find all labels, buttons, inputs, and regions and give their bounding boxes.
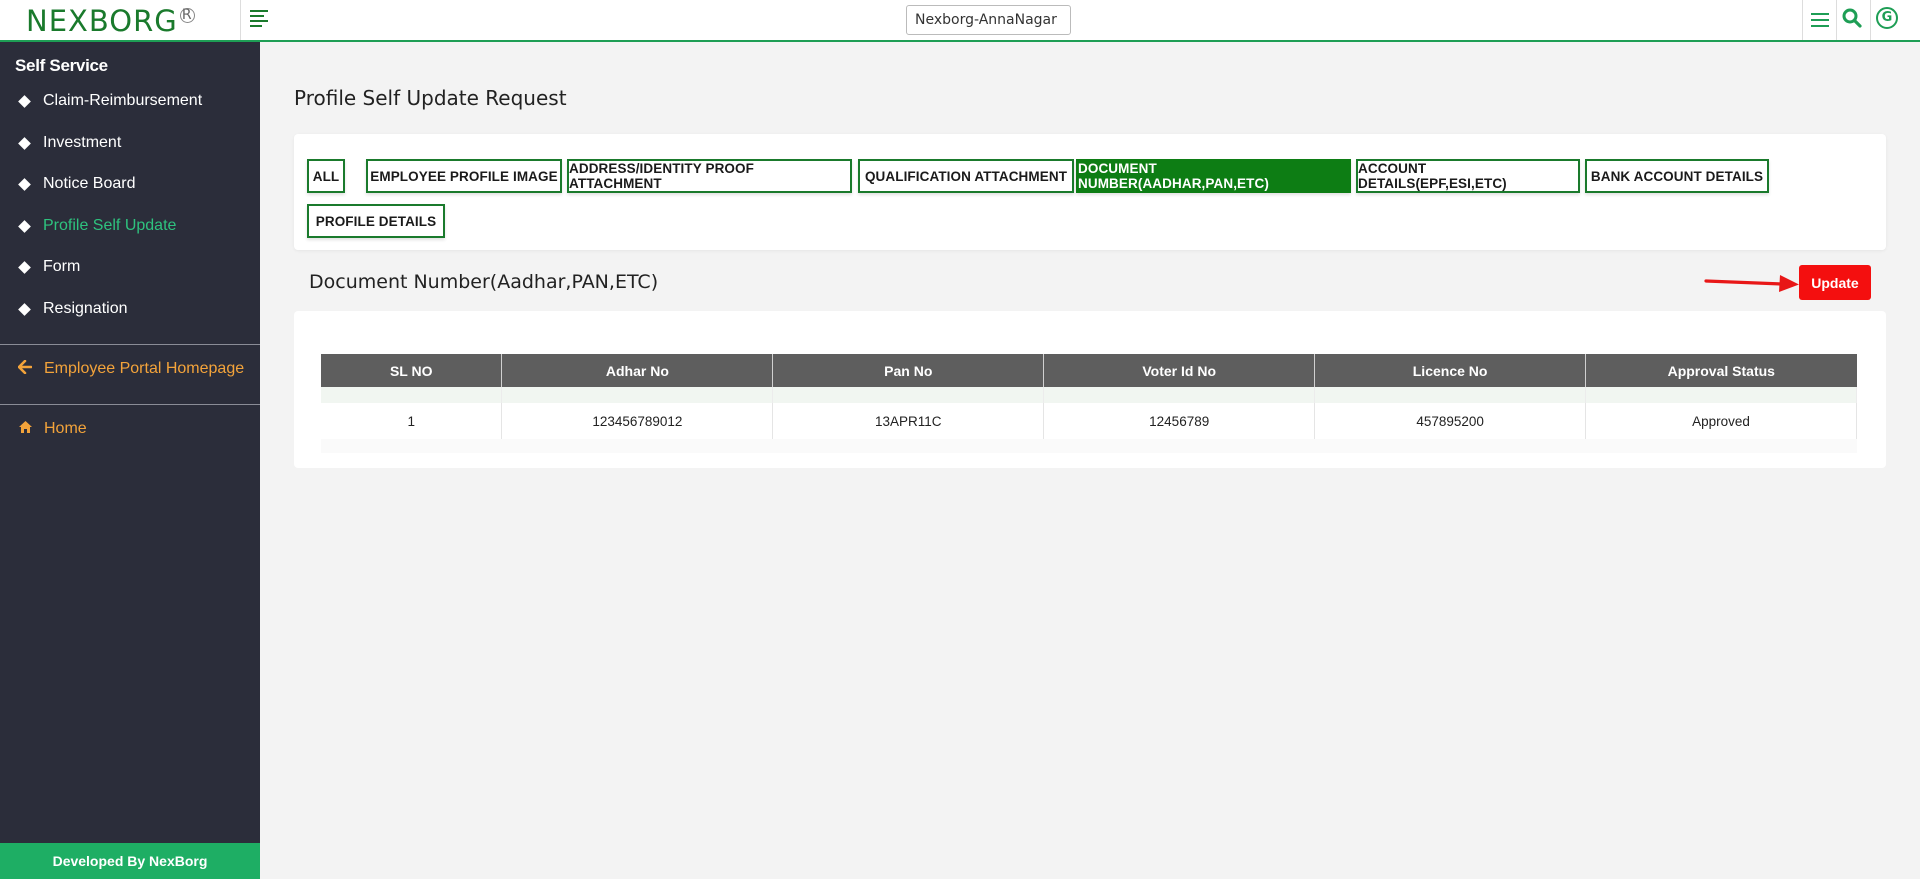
tab-document-number[interactable]: DOCUMENT NUMBER(AADHAR,PAN,ETC) — [1076, 159, 1351, 193]
sidebar-divider — [0, 404, 260, 405]
employee-portal-link[interactable]: Employee Portal Homepage — [17, 357, 245, 381]
tab-address-identity-proof[interactable]: ADDRESS/IDENTITY PROOF ATTACHMENT — [567, 159, 852, 193]
sidebar-item-label: Profile Self Update — [43, 217, 177, 234]
sidebar: Self Service Claim-Reimbursement Investm… — [0, 42, 260, 879]
cell-licence-no: 457895200 — [1314, 403, 1587, 439]
home-link[interactable]: Home — [18, 417, 87, 441]
avatar: G — [1876, 7, 1898, 29]
sidebar-item-claim-reimbursement[interactable]: Claim-Reimbursement — [18, 89, 202, 113]
column-header-approval-status[interactable]: Approval Status — [1585, 354, 1857, 387]
sidebar-heading: Self Service — [15, 56, 108, 75]
column-header-sl-no[interactable]: SL NO — [321, 354, 503, 387]
tabs-card: ALL EMPLOYEE PROFILE IMAGE ADDRESS/IDENT… — [294, 134, 1886, 250]
logo-text: NEXBORG — [26, 4, 178, 38]
diamond-bullet-icon — [18, 260, 31, 274]
tab-account-details[interactable]: ACCOUNT DETAILS(EPF,ESI,ETC) — [1356, 159, 1580, 193]
table-footer-row — [321, 439, 1857, 453]
sidebar-item-label: Resignation — [43, 300, 128, 317]
header-divider — [240, 0, 241, 40]
sidebar-item-label: Notice Board — [43, 175, 136, 192]
tab-bank-account-details[interactable]: BANK ACCOUNT DETAILS — [1585, 159, 1769, 193]
column-header-pan-no[interactable]: Pan No — [772, 354, 1045, 387]
column-header-adhar-no[interactable]: Adhar No — [501, 354, 774, 387]
sidebar-item-label: Investment — [43, 134, 122, 151]
tab-qualification-attachment[interactable]: QUALIFICATION ATTACHMENT — [858, 159, 1074, 193]
registered-mark: R — [179, 7, 195, 23]
employee-portal-label: Employee Portal Homepage — [44, 360, 245, 377]
hamburger-icon[interactable] — [1807, 7, 1833, 33]
cell-approval-status: Approved — [1585, 403, 1857, 439]
diamond-bullet-icon — [18, 302, 31, 316]
user-avatar-icon[interactable]: G — [1876, 7, 1902, 33]
arrow-left-icon — [17, 359, 33, 379]
sidebar-divider — [0, 344, 260, 345]
sidebar-item-form[interactable]: Form — [18, 255, 80, 279]
cell-adhar-no: 123456789012 — [501, 403, 774, 439]
sidebar-item-notice-board[interactable]: Notice Board — [18, 172, 136, 196]
top-header: NEXBORG R Nexborg-AnnaNagar G — [0, 0, 1920, 42]
header-divider — [1870, 0, 1871, 40]
cell-sl-no: 1 — [321, 403, 503, 439]
home-label: Home — [44, 420, 87, 437]
column-header-licence-no[interactable]: Licence No — [1314, 354, 1587, 387]
sidebar-item-resignation[interactable]: Resignation — [18, 297, 128, 321]
tab-all[interactable]: ALL — [307, 159, 345, 193]
tab-profile-details[interactable]: PROFILE DETAILS — [307, 204, 445, 238]
nexborg-logo[interactable]: NEXBORG R — [26, 4, 195, 38]
sidebar-item-label: Form — [43, 258, 81, 275]
diamond-bullet-icon — [18, 94, 31, 108]
red-arrow-icon — [1704, 275, 1799, 292]
diamond-bullet-icon — [18, 219, 31, 233]
diamond-bullet-icon — [18, 136, 31, 150]
home-icon — [18, 420, 32, 439]
tab-employee-profile-image[interactable]: EMPLOYEE PROFILE IMAGE — [366, 159, 562, 193]
column-header-voter-id-no[interactable]: Voter Id No — [1043, 354, 1316, 387]
section-title: Document Number(Aadhar,PAN,ETC) — [309, 271, 659, 293]
diamond-bullet-icon — [18, 177, 31, 191]
branch-selector[interactable]: Nexborg-AnnaNagar — [906, 5, 1071, 35]
page-title: Profile Self Update Request — [294, 86, 567, 110]
sidebar-toggle-icon[interactable] — [250, 10, 272, 30]
cell-voter-id-no: 12456789 — [1043, 403, 1316, 439]
sidebar-item-profile-self-update[interactable]: Profile Self Update — [18, 214, 176, 238]
table-spacer-row — [321, 387, 1857, 403]
table-header-row: SL NO Adhar No Pan No Voter Id No Licenc… — [321, 354, 1857, 387]
header-divider — [1802, 0, 1803, 40]
search-icon[interactable] — [1841, 7, 1867, 33]
sidebar-item-investment[interactable]: Investment — [18, 131, 121, 155]
sidebar-item-label: Claim-Reimbursement — [43, 92, 203, 109]
table-card: SL NO Adhar No Pan No Voter Id No Licenc… — [294, 311, 1886, 468]
sidebar-footer: Developed By NexBorg — [0, 843, 260, 879]
cell-pan-no: 13APR11C — [772, 403, 1045, 439]
update-button[interactable]: Update — [1799, 265, 1871, 300]
document-number-table: SL NO Adhar No Pan No Voter Id No Licenc… — [321, 354, 1857, 453]
table-row[interactable]: 1 123456789012 13APR11C 12456789 4578952… — [321, 403, 1857, 439]
header-divider — [1836, 0, 1837, 40]
